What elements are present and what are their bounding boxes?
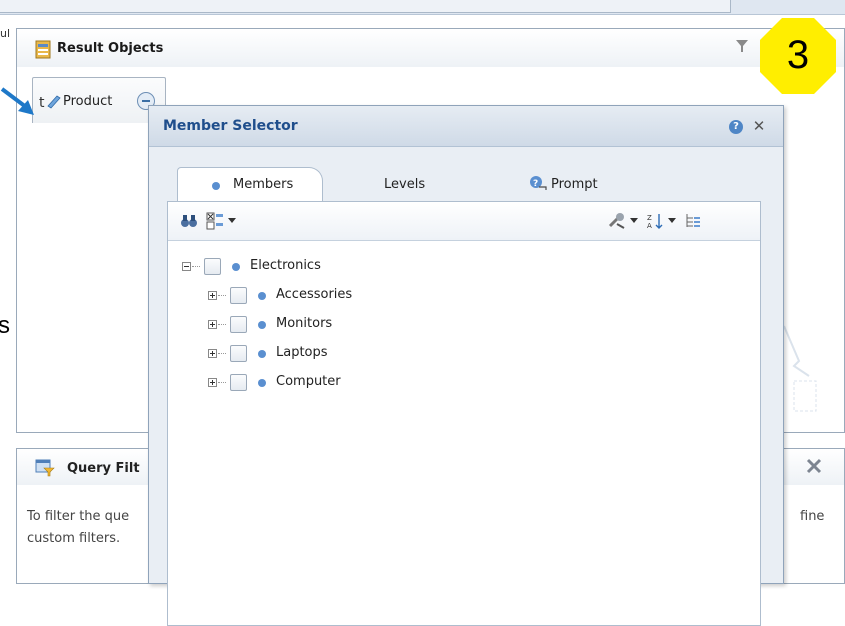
member-selector-dialog: Member Selector ? ✕ Members Levels ? Pro… [148, 105, 784, 626]
filter-icon[interactable] [735, 39, 749, 53]
step-number: 3 [786, 33, 810, 77]
prompt-icon: ? [530, 176, 547, 190]
dialog-title: Member Selector [163, 118, 298, 134]
member-checkbox[interactable] [230, 287, 247, 304]
query-filters-description: To filter the que [27, 509, 130, 524]
expand-toggle[interactable] [208, 320, 217, 329]
sort-dropdown-caret[interactable] [668, 218, 676, 223]
result-objects-icon [35, 40, 51, 59]
member-checkbox[interactable] [230, 345, 247, 362]
query-filters-description-tail: fine [800, 509, 825, 524]
svg-text:?: ? [533, 179, 538, 189]
query-filter-icon [35, 459, 55, 477]
member-dot-icon [258, 379, 266, 387]
member-tree-panel: Z A Electronics Accessories Monitors Lap… [167, 201, 761, 626]
member-label: Electronics [250, 258, 321, 273]
member-label: Computer [276, 374, 341, 389]
sort-icon[interactable]: Z A [646, 212, 664, 230]
result-objects-title: Result Objects [57, 41, 164, 56]
hierarchy-icon[interactable] [684, 212, 702, 230]
pointer-arrow-icon [0, 87, 34, 115]
member-label: Laptops [276, 345, 328, 360]
tab-members[interactable]: Members [177, 167, 323, 201]
tab-levels[interactable]: Levels [384, 177, 425, 192]
binoculars-icon[interactable] [180, 212, 198, 230]
top-toolbar-strip [0, 0, 845, 15]
left-cut-text: s [0, 312, 10, 339]
help-icon[interactable]: ? [729, 120, 743, 134]
query-filters-title: Query Filt [67, 461, 140, 476]
member-checkbox[interactable] [230, 374, 247, 391]
member-dot-icon [258, 350, 266, 358]
member-toolbar: Z A [168, 202, 760, 241]
tab-members-label: Members [233, 177, 294, 192]
left-tab-label[interactable]: ul [0, 27, 10, 40]
expand-toggle[interactable] [208, 378, 217, 387]
settings-icon[interactable] [608, 212, 626, 230]
member-checkbox[interactable] [230, 316, 247, 333]
dialog-body: Members Levels ? Prompt Z A Electronics … [149, 147, 783, 626]
tab-prompt[interactable]: Prompt [551, 177, 598, 192]
clear-filters-icon[interactable] [805, 457, 823, 475]
close-icon[interactable]: ✕ [751, 118, 767, 134]
members-dot-icon [212, 182, 220, 190]
product-label: Product [63, 94, 113, 109]
collapse-toggle[interactable] [182, 262, 191, 271]
member-dot-icon [258, 292, 266, 300]
query-filters-description-line2: custom filters. [27, 531, 121, 546]
svg-text:Z: Z [647, 214, 652, 222]
settings-dropdown-caret[interactable] [630, 218, 638, 223]
member-dot-icon [258, 321, 266, 329]
select-dropdown-caret[interactable] [228, 218, 236, 223]
top-tab-area [0, 0, 731, 13]
member-label: Monitors [276, 316, 333, 331]
dialog-titlebar[interactable]: Member Selector ? ✕ [149, 106, 783, 147]
select-members-icon[interactable] [206, 212, 224, 230]
dimension-icon: t [39, 95, 61, 110]
member-label: Accessories [276, 287, 353, 302]
svg-text:A: A [647, 222, 652, 230]
product-object-chip[interactable]: t Product [32, 77, 166, 123]
expand-toggle[interactable] [208, 291, 217, 300]
expand-toggle[interactable] [208, 349, 217, 358]
member-checkbox[interactable] [204, 258, 221, 275]
drop-target-graphic [783, 325, 817, 412]
result-objects-header: Result Objects [17, 29, 844, 67]
member-dot-icon [232, 263, 240, 271]
